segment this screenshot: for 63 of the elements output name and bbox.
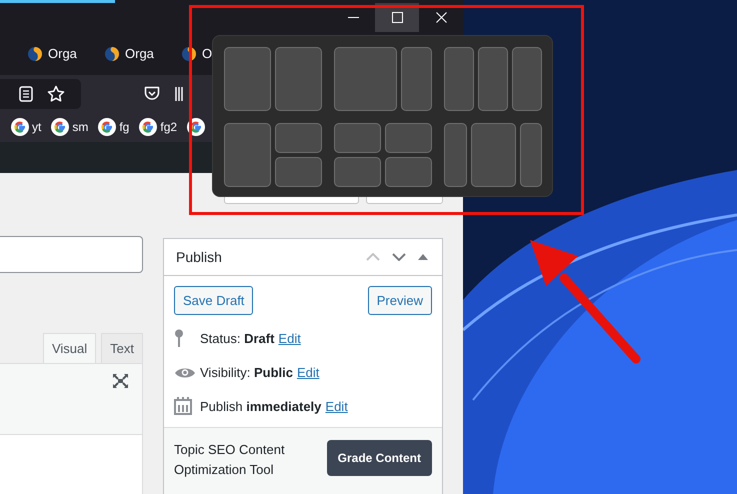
snap-zone[interactable] <box>385 157 432 187</box>
status-text: Status: Draft <box>200 330 274 346</box>
editor-tab[interactable]: Text <box>101 333 143 363</box>
tool-label: Topic SEO Content Optimization Tool <box>174 441 286 479</box>
snap-zone[interactable] <box>275 157 322 187</box>
google-icon <box>51 118 70 136</box>
reader-view-icon[interactable] <box>19 86 33 102</box>
maximize-icon <box>392 12 402 23</box>
site-icon <box>181 46 197 62</box>
snap-zone[interactable] <box>444 123 466 187</box>
snap-zone[interactable] <box>478 47 508 111</box>
snap-zone[interactable] <box>275 47 322 111</box>
preview-button[interactable]: Preview <box>368 286 432 315</box>
snap-zone[interactable] <box>224 123 271 187</box>
save-draft-button[interactable]: Save Draft <box>174 286 254 315</box>
close-icon <box>436 12 446 23</box>
move-up-icon[interactable] <box>366 253 380 261</box>
snap-zone[interactable] <box>512 47 542 111</box>
calendar-icon <box>174 397 192 415</box>
edit-link[interactable]: Edit <box>325 398 348 414</box>
collapse-icon[interactable] <box>418 254 428 260</box>
bookmark[interactable]: sm <box>51 118 88 136</box>
site-icon <box>104 46 120 62</box>
snap-zone[interactable] <box>520 123 542 187</box>
google-icon <box>98 118 116 136</box>
eye-icon <box>174 366 196 378</box>
bookmark[interactable]: yt <box>11 118 42 136</box>
star-icon[interactable] <box>47 84 65 102</box>
site-icon <box>27 46 43 62</box>
browser-tab[interactable]: Orga <box>27 46 104 62</box>
bookmark[interactable]: fg <box>98 118 130 136</box>
status-text: Visibility: Public <box>200 364 293 380</box>
snap-zone[interactable] <box>334 123 381 153</box>
status-text: Publish immediately <box>200 398 322 414</box>
bookmark[interactable]: fg2 <box>139 118 178 136</box>
address-bar[interactable] <box>0 78 81 108</box>
google-icon <box>11 118 29 136</box>
snap-zone[interactable] <box>400 47 432 111</box>
snap-zone[interactable] <box>334 47 397 111</box>
move-down-icon[interactable] <box>392 253 406 261</box>
editor-tab[interactable]: Visual <box>42 333 96 364</box>
bookmark[interactable] <box>187 118 206 136</box>
pin-icon <box>174 329 184 347</box>
editor-content-area[interactable] <box>0 435 143 494</box>
edit-link[interactable]: Edit <box>296 364 320 380</box>
grade-content-button[interactable]: Grade Content <box>326 440 432 476</box>
browser-tab[interactable]: Orga <box>104 46 181 62</box>
snap-zone[interactable] <box>334 157 381 187</box>
snap-zone[interactable] <box>224 47 271 111</box>
snap-zone[interactable] <box>444 47 474 111</box>
google-icon <box>187 118 206 136</box>
panel-title: Publish <box>176 249 222 265</box>
fullscreen-icon[interactable] <box>113 374 128 388</box>
snap-zone[interactable] <box>470 123 516 187</box>
maximize-button[interactable] <box>375 3 419 32</box>
pocket-icon[interactable] <box>144 86 160 101</box>
google-icon <box>139 118 158 136</box>
library-icon[interactable] <box>175 86 183 102</box>
title-input-field[interactable] <box>0 236 143 273</box>
edit-link[interactable]: Edit <box>278 330 301 346</box>
snap-zone[interactable] <box>275 123 322 153</box>
browser-tab[interactable]: O <box>181 46 212 62</box>
snap-zone[interactable] <box>385 123 432 153</box>
